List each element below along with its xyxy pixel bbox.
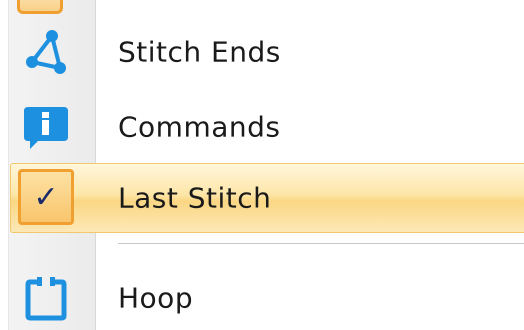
- info-icon: [22, 103, 70, 151]
- menu-item-last-stitch[interactable]: ✓ Last Stitch: [10, 163, 524, 233]
- menu-item-label: Last Stitch: [118, 181, 272, 215]
- menu-item-hoop[interactable]: Hoop: [10, 266, 524, 330]
- menu-item-commands[interactable]: Commands: [10, 95, 524, 159]
- hoop-icon: [22, 274, 70, 322]
- checkmark-icon: ✓: [33, 179, 59, 215]
- stitch-ends-icon: [22, 28, 70, 76]
- menu-item-label: Hoop: [118, 281, 194, 315]
- menu-left-border: [0, 0, 9, 330]
- menu-item-label: Commands: [118, 110, 281, 144]
- menu-separator: [118, 243, 524, 245]
- checked-state-box: ✓: [18, 169, 74, 225]
- context-menu: Stitch Ends Commands ✓ Last Stitch Hoop: [0, 0, 524, 330]
- partially-visible-item-highlight[interactable]: [17, 0, 63, 14]
- menu-item-stitch-ends[interactable]: Stitch Ends: [10, 20, 524, 84]
- menu-item-label: Stitch Ends: [118, 35, 281, 69]
